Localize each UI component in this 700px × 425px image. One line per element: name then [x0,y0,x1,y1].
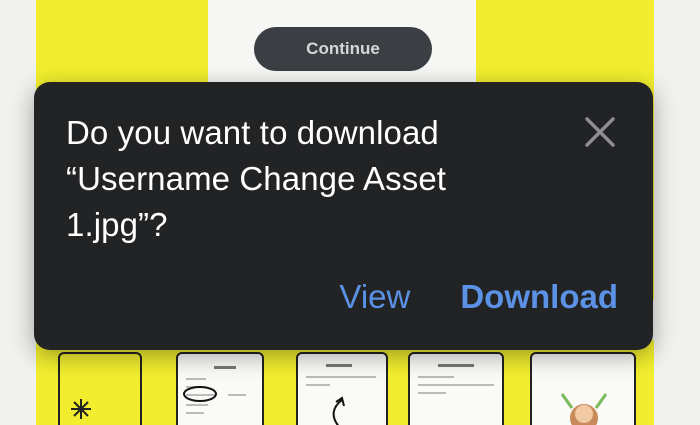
dialog-message-line: 1.jpg”? [66,206,168,243]
browser-viewport: Continue Do you want to download “Userna… [0,0,700,425]
thumbnail-image[interactable] [58,352,142,425]
continue-button[interactable]: Continue [254,27,432,71]
thumbnail-image[interactable] [296,352,388,425]
dialog-message: Do you want to download “Username Change… [66,110,536,248]
download-dialog: Do you want to download “Username Change… [34,82,653,350]
thumbnail-image[interactable] [408,352,504,425]
thumbnail-image[interactable] [176,352,264,425]
download-button[interactable]: Download [460,278,618,316]
circle-annotation-icon [183,386,217,402]
person-illustration-icon [560,393,608,425]
dialog-message-line: “Username Change Asset [66,160,447,197]
view-button[interactable]: View [339,278,410,316]
close-button[interactable] [582,114,618,150]
thumbnail-image[interactable] [530,352,636,425]
dialog-message-line: Do you want to download [66,114,439,151]
arrow-annotation-icon [332,396,345,425]
sparkle-icon [71,399,91,419]
close-icon [585,117,615,147]
dialog-actions: View Download [339,278,618,316]
